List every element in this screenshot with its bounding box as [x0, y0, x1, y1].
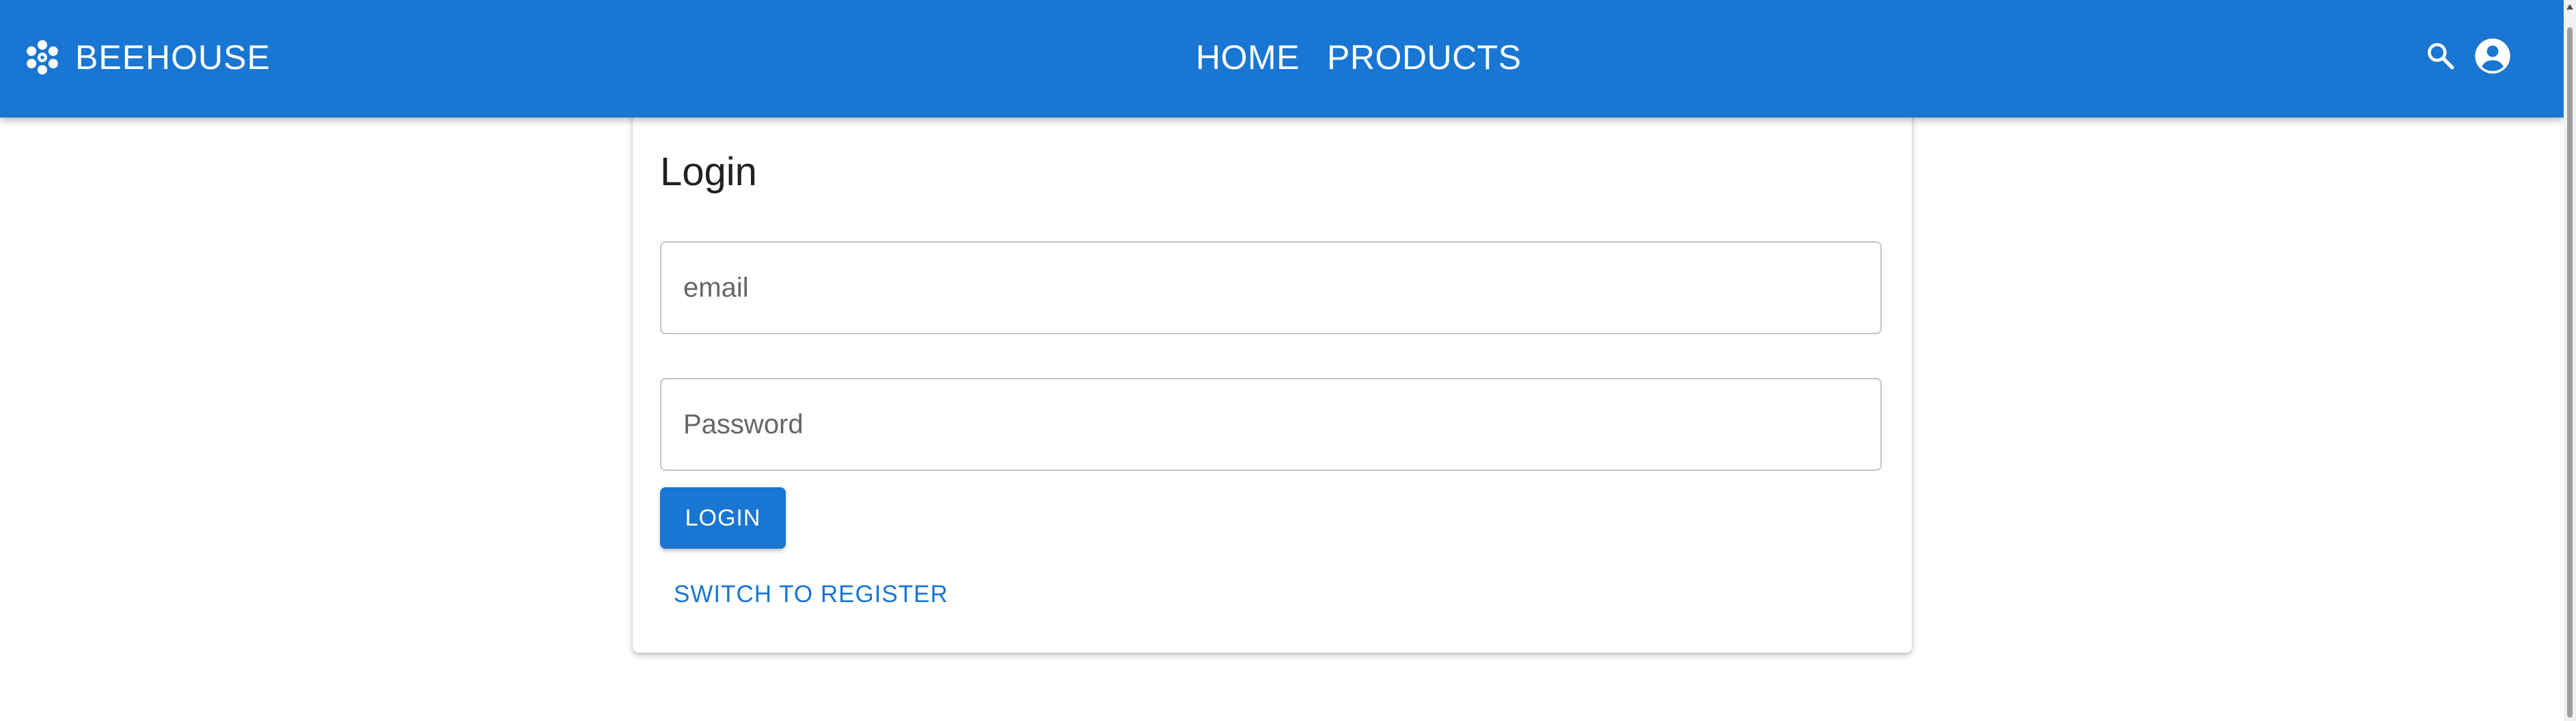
login-title: Login [660, 150, 757, 194]
account-button[interactable] [2472, 37, 2513, 78]
password-input[interactable] [661, 379, 1880, 470]
page: BEEHOUSE HOME PRODUCTS Login email LOGIN… [0, 0, 2576, 721]
scroll-up-arrow-icon[interactable] [2566, 4, 2573, 10]
search-icon [2424, 39, 2458, 77]
account-circle-icon [2474, 37, 2512, 79]
scroll-thumb[interactable] [2567, 27, 2573, 718]
brand-name: BEEHOUSE [75, 38, 271, 77]
hive-icon [23, 38, 61, 77]
switch-to-register-link[interactable]: SWITCH TO REGISTER [674, 577, 948, 612]
login-card: Login LOGIN SWITCH TO REGISTER [633, 109, 1912, 653]
email-input[interactable] [661, 243, 1880, 333]
brand[interactable]: BEEHOUSE [23, 33, 271, 82]
login-button[interactable]: LOGIN [660, 487, 786, 549]
nav-products[interactable]: PRODUCTS [1327, 33, 1522, 82]
main-nav: HOME PRODUCTS [1196, 33, 1549, 82]
email-field[interactable] [660, 241, 1882, 334]
header-actions [2420, 33, 2513, 82]
nav-home[interactable]: HOME [1196, 33, 1300, 82]
search-button[interactable] [2420, 37, 2461, 78]
password-field[interactable] [660, 378, 1882, 471]
vertical-scrollbar[interactable] [2564, 0, 2576, 721]
app-bar: BEEHOUSE HOME PRODUCTS [0, 0, 2564, 118]
